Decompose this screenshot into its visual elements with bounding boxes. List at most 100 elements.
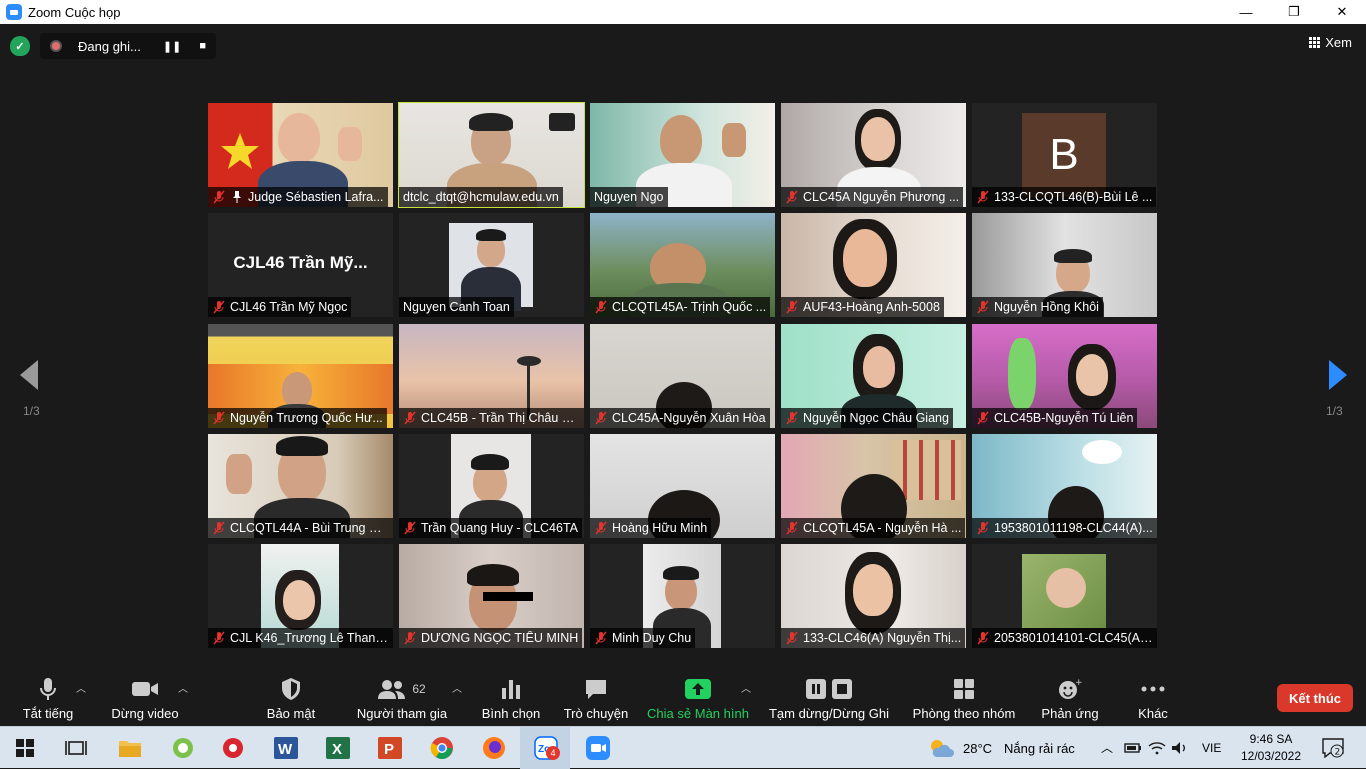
participant-tile-active-speaker[interactable]: dtclc_dtqt@hcmulaw.edu.vn [398, 102, 585, 208]
mute-button[interactable]: Tắt tiếng [14, 670, 82, 726]
weather-sun-cloud-icon[interactable] [928, 735, 954, 761]
participant-tile[interactable]: CLCQTL45A - Nguyễn Hà ... [781, 434, 966, 538]
participant-tile[interactable]: 133-CLC46(A) Nguyễn Thị... [781, 544, 966, 648]
polls-button[interactable]: Bình chọn [478, 670, 544, 726]
participant-tile[interactable]: DƯƠNG NGỌC TIỂU MINH [399, 544, 584, 648]
excel-app-icon[interactable]: X [325, 735, 351, 761]
svg-text:W: W [278, 741, 293, 758]
participant-name: CJL46 Trần Mỹ Ngọc [230, 300, 348, 314]
pause-stop-recording-icon [806, 679, 852, 699]
word-app-icon[interactable]: W [273, 735, 299, 761]
participant-tile[interactable]: Hoàng Hữu Minh [590, 434, 775, 538]
pause-stop-recording-label: Tạm dừng/Dừng Ghi [768, 706, 889, 721]
breakout-rooms-button[interactable]: Phòng theo nhóm [904, 670, 1024, 726]
participant-namebar: DƯƠNG NGỌC TIỂU MINH [399, 628, 583, 648]
notification-center-icon[interactable]: 2 [1322, 738, 1344, 758]
participant-tile[interactable]: Nguyễn Trương Quốc Hư... [208, 324, 393, 428]
recording-indicator: Đang ghi... ❚❚ ■ [40, 33, 216, 59]
page-indicator-left: 1/3 [23, 404, 40, 418]
participant-name: Nguyen Ngo [594, 190, 664, 204]
show-hidden-icons-chevron-icon[interactable]: ︿ [1101, 739, 1113, 756]
participant-name: CLC45A-Nguyễn Xuân Hòa [612, 411, 766, 425]
participant-display-name: CJL46 Trần Mỹ... [233, 253, 368, 272]
participant-tile[interactable]: CLC45B-Nguyễn Tú Liên [972, 324, 1157, 428]
zoom-taskbar-icon[interactable] [585, 735, 611, 761]
pause-stop-recording-button[interactable]: Tạm dừng/Dừng Ghi [764, 670, 894, 726]
participant-tile[interactable]: CLC45B - Trần Thị Châu G... [399, 324, 584, 428]
task-view-icon[interactable] [63, 735, 89, 761]
share-screen-button[interactable]: Chia sẻ Màn hình [642, 670, 754, 726]
participant-namebar: Nguyễn Ngọc Châu Giang [781, 408, 953, 428]
participant-tile[interactable]: Judge Sébastien Lafra... [208, 103, 393, 207]
participant-namebar: CLCQTL45A- Trịnh Quốc ... [590, 297, 771, 317]
participant-tile[interactable]: Nguyen Ngo [590, 103, 775, 207]
participant-tile[interactable]: CJL K46_Trương Lê Thanh... [208, 544, 393, 648]
meeting-toolbar: Tắt tiếng ︿ Dừng video ︿ Bảo mật 62 Ngườ… [0, 670, 1366, 726]
muted-mic-icon [595, 411, 607, 425]
stop-recording-icon[interactable]: ■ [199, 40, 206, 52]
participant-namebar: 1953801011198-CLC44(A)... [972, 518, 1157, 538]
participants-options-caret-icon[interactable]: ︿ [452, 680, 462, 695]
pause-recording-icon[interactable]: ❚❚ [163, 40, 181, 53]
gallery-grid-icon [1309, 37, 1321, 48]
participant-tile[interactable]: Nguyen Canh Toan [399, 213, 584, 317]
participant-tile[interactable]: Nguyễn Hồng Khôi [972, 213, 1157, 317]
flag-star-icon [221, 133, 259, 169]
participant-tile[interactable]: Nguyễn Ngọc Châu Giang [781, 324, 966, 428]
previous-page-arrow-icon[interactable] [20, 360, 40, 390]
input-language[interactable]: VIE [1202, 741, 1221, 755]
participant-namebar: CJL K46_Trương Lê Thanh... [208, 628, 393, 648]
windows-taskbar: W X P Zo 28°C Nắng rải rác ︿ VIE 9:46 SA… [0, 726, 1366, 769]
system-clock[interactable]: 9:46 SA 12/03/2022 [1232, 731, 1310, 765]
participants-button[interactable]: 62 Người tham gia [352, 670, 452, 726]
file-explorer-icon[interactable] [117, 735, 143, 761]
powerpoint-app-icon[interactable]: P [377, 735, 403, 761]
clock-time: 9:46 SA [1249, 732, 1293, 746]
security-button[interactable]: Bảo mật [258, 670, 324, 726]
participant-tile[interactable]: 1953801011198-CLC44(A)... [972, 434, 1157, 538]
participant-tile[interactable]: Trần Quang Huy - CLC46TA [399, 434, 584, 538]
participant-tile[interactable]: B 133-CLCQTL46(B)-Bùi Lê ... [972, 103, 1157, 207]
participant-name: Trần Quang Huy - CLC46TA [421, 521, 579, 535]
view-button[interactable]: Xem [1309, 35, 1352, 50]
muted-mic-icon [404, 411, 416, 425]
participant-name: 133-CLC46(A) Nguyễn Thị... [803, 631, 962, 645]
chat-button[interactable]: Trò chuyện [560, 670, 632, 726]
media-player-icon[interactable] [220, 735, 246, 761]
video-options-caret-icon[interactable]: ︿ [178, 680, 188, 695]
reactions-button[interactable]: + Phản ứng [1034, 670, 1106, 726]
close-button[interactable]: ✕ [1318, 0, 1366, 24]
participant-namebar: CJL46 Trần Mỹ Ngọc [208, 297, 352, 317]
firefox-browser-icon[interactable] [481, 735, 507, 761]
more-button[interactable]: Khác [1128, 670, 1178, 726]
participant-tile[interactable]: CLC45A Nguyễn Phương ... [781, 103, 966, 207]
participant-tile[interactable]: CLCQTL45A- Trịnh Quốc ... [590, 213, 775, 317]
battery-icon[interactable] [1120, 735, 1146, 761]
participant-name: 1953801011198-CLC44(A)... [994, 521, 1153, 535]
start-windows-icon[interactable] [12, 735, 38, 761]
encryption-shield-icon[interactable]: ✓ [10, 36, 30, 56]
participant-tile[interactable]: Minh Duy Chu [590, 544, 775, 648]
participant-tile[interactable]: AUF43-Hoàng Anh-5008 [781, 213, 966, 317]
participant-tile[interactable]: CLC45A-Nguyễn Xuân Hòa [590, 324, 775, 428]
volume-speaker-icon[interactable] [1167, 735, 1193, 761]
notification-count: 2 [1335, 748, 1341, 758]
chrome-browser-icon[interactable] [429, 735, 455, 761]
audio-options-caret-icon[interactable]: ︿ [76, 680, 86, 695]
participant-tile[interactable]: CLCQTL44A - Bùi Trung Hi... [208, 434, 393, 538]
participant-tile[interactable]: 2053801014101-CLC45(A)... [972, 544, 1157, 648]
participant-tile[interactable]: CJL46 Trần Mỹ... CJL46 Trần Mỹ Ngọc [208, 213, 393, 317]
recording-dot-icon [50, 40, 62, 52]
share-options-caret-icon[interactable]: ︿ [741, 680, 751, 695]
muted-mic-icon [404, 521, 416, 535]
stop-video-button[interactable]: Dừng video [104, 670, 186, 726]
minimize-button[interactable]: — [1222, 0, 1270, 24]
next-page-arrow-icon[interactable] [1327, 360, 1347, 390]
svg-text:+: + [1075, 678, 1082, 688]
maximize-button[interactable]: ❐ [1270, 0, 1318, 24]
participant-name: CJL K46_Trương Lê Thanh... [230, 631, 389, 645]
participant-namebar: CLCQTL45A - Nguyễn Hà ... [781, 518, 966, 538]
greenshot-app-icon[interactable] [170, 735, 196, 761]
participant-namebar: CLCQTL44A - Bùi Trung Hi... [208, 518, 393, 538]
end-meeting-button[interactable]: Kết thúc [1277, 684, 1353, 712]
